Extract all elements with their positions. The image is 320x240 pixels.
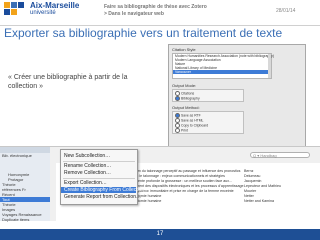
output-method-label: Output Method: (172, 105, 200, 110)
item-creator[interactable]: Mourier (244, 189, 256, 193)
slide-title: Exporter sa bibliographie vers un traite… (4, 26, 283, 40)
header-line-1: Faire sa bibliographie de thèse avec Zot… (104, 4, 207, 10)
header: Aix-Marseille université Faire sa biblio… (0, 0, 320, 24)
output-mode-bibliography[interactable]: Bibliography (175, 96, 200, 101)
item-creator[interactable]: Jacquemin (244, 179, 261, 183)
output-mode-group: Citations Bibliography (172, 89, 244, 102)
logo-text: Aix-Marseille (30, 1, 80, 10)
citation-style-list[interactable]: Modern Humanities Research Association (… (172, 53, 274, 79)
menu-separator (63, 178, 135, 179)
logo-square-3 (18, 2, 24, 8)
logo-square-2 (11, 2, 17, 8)
item-creator[interactable]: Bernz (244, 169, 253, 173)
create-bibliography-dialog: Citation Style Modern Humanities Researc… (168, 44, 306, 158)
output-method-rtf-label: Save as RTF (181, 113, 201, 118)
menu-rename-collection[interactable]: Rename Collection… (64, 163, 111, 169)
menu-generate-report[interactable]: Generate Report from Collection… (64, 194, 141, 200)
radio-selected-icon (175, 96, 180, 101)
logo-square-4 (4, 9, 10, 15)
style-item-selected[interactable]: Vancouver (173, 70, 271, 74)
item-creator[interactable]: Netter and Kamina (244, 199, 274, 203)
zotero-pane: Bib. électronique Homonymie Protagor Thé… (0, 146, 320, 222)
output-method-print[interactable]: Print (175, 128, 188, 133)
item-creator[interactable]: Lepeuteur and Mathieu (244, 184, 281, 188)
collection-context-menu: New Subcollection… Rename Collection… Re… (60, 149, 149, 205)
output-mode-citations-label: Citations (181, 91, 195, 96)
collection-item[interactable]: Duplicate items (2, 217, 29, 222)
style-list-scrollbar[interactable] (268, 54, 271, 78)
output-mode-label: Output Mode: (172, 83, 197, 88)
menu-new-subcollection[interactable]: New Subcollection… (64, 153, 110, 159)
page-number: 17 (156, 231, 164, 237)
menu-separator (63, 161, 135, 162)
logo-square-1 (4, 2, 10, 8)
output-method-group: Save as RTF Save as HTML Copy to Clipboa… (172, 111, 244, 134)
output-method-html-label: Save as HTML (181, 118, 204, 123)
output-mode-bibliography-label: Bibliography (181, 96, 200, 101)
item-creator[interactable]: Netter (244, 194, 254, 198)
logo-square-5 (11, 9, 17, 15)
collections-pane: Bib. électronique Homonymie Protagor Thé… (0, 147, 50, 222)
menu-export-collection[interactable]: Export Collection… (64, 180, 107, 186)
library-title[interactable]: Bib. électronique (2, 153, 32, 158)
header-line-2: > Dans le navigateur web (104, 11, 164, 17)
slide-date: 28/01/14 (276, 8, 296, 14)
item-title[interactable]: Lorem ipsum du talonnage perceptif au pa… (120, 169, 240, 173)
radio-icon (175, 128, 180, 133)
search-input[interactable]: Q ▾ Handbag (250, 152, 310, 158)
menu-create-bibliography[interactable]: Create Bibliography From Collection… (61, 187, 149, 193)
output-method-clipboard-label: Copy to Clipboard (181, 123, 209, 128)
item-creator[interactable]: Delumeau (244, 174, 260, 178)
logo-subtext: université (30, 10, 56, 16)
slide-note: « Créer une bibliographie à partir de la… (8, 74, 128, 90)
citation-style-label: Citation Style (172, 47, 196, 52)
output-method-print-label: Print (181, 128, 188, 133)
menu-remove-collection[interactable]: Remove Collection… (64, 170, 111, 176)
